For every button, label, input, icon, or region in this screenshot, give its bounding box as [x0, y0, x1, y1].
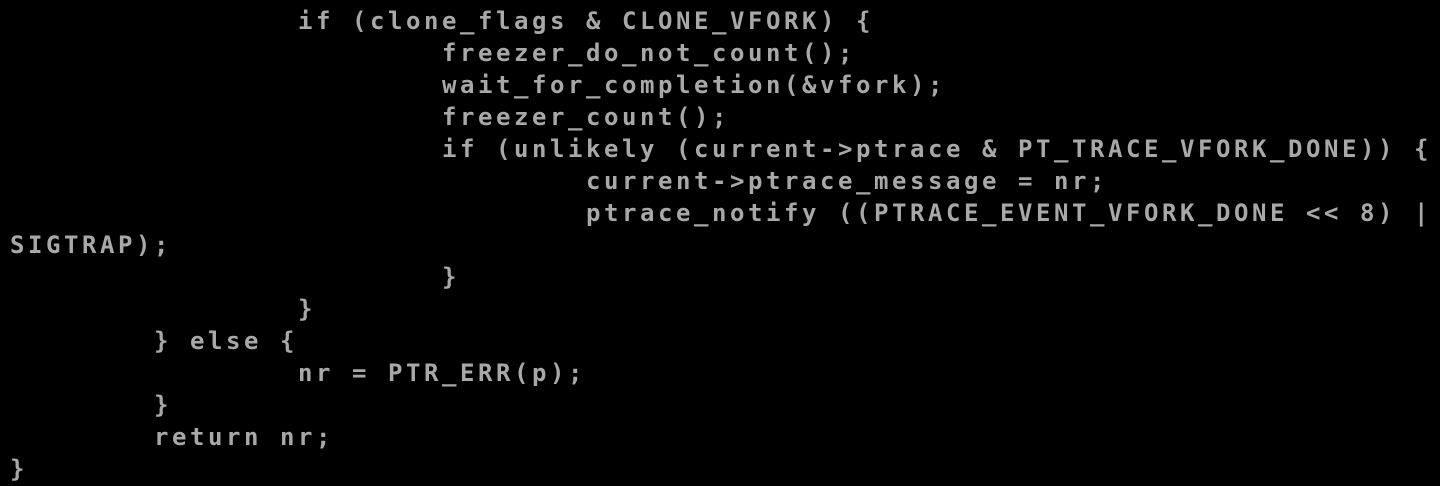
code-line: } [10, 391, 172, 419]
code-line: if (unlikely (current->ptrace & PT_TRACE… [10, 135, 1432, 163]
code-line: } [10, 263, 460, 291]
code-line: ptrace_notify ((PTRACE_EVENT_VFORK_DONE … [10, 199, 1432, 227]
code-line: return nr; [10, 423, 334, 451]
code-line: } [10, 455, 28, 483]
code-line: nr = PTR_ERR(p); [10, 359, 586, 387]
code-line: wait_for_completion(&vfork); [10, 71, 946, 99]
code-line: SIGTRAP); [10, 231, 172, 259]
code-line: } else { [10, 327, 298, 355]
code-line: current->ptrace_message = nr; [10, 167, 1108, 195]
code-line: freezer_do_not_count(); [10, 39, 856, 67]
code-line: freezer_count(); [10, 103, 730, 131]
code-line: } [10, 295, 316, 323]
console-screen: if (clone_flags & CLONE_VFORK) { freezer… [0, 0, 1440, 486]
code-line: if (clone_flags & CLONE_VFORK) { [10, 7, 874, 35]
